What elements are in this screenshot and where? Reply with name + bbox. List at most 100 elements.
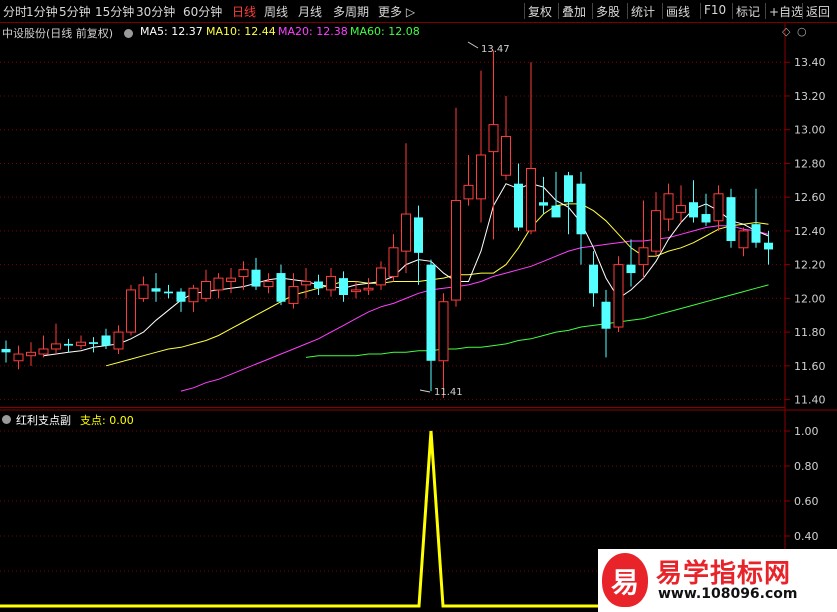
tool-button-1[interactable]: 叠加 [562,3,586,20]
candle[interactable] [764,230,773,265]
period-tab-3[interactable]: 15分钟 [95,3,134,20]
tool-button-3[interactable]: 统计 [631,3,655,20]
period-tab-2[interactable]: 5分钟 [59,3,91,20]
candle[interactable] [213,273,224,299]
tool-button-6[interactable]: 标记 [736,3,760,20]
candle[interactable] [526,62,536,235]
tool-button-0[interactable]: 复权 [528,3,552,20]
candle[interactable] [64,338,73,353]
tool-button-5[interactable]: F10 [704,3,726,17]
tool-button-7[interactable]: +自选 [769,3,803,20]
toolbar-separator [802,3,803,19]
candle[interactable] [388,234,399,282]
candle[interactable] [626,239,636,287]
candle[interactable] [188,284,199,312]
period-tab-5[interactable]: 60分钟 [183,3,222,20]
candle[interactable] [301,268,311,299]
candle[interactable] [251,257,261,290]
candle[interactable] [276,264,286,306]
candle[interactable] [689,180,698,223]
candle[interactable] [401,143,411,274]
period-tab-7[interactable]: 周线 [264,3,288,20]
candle[interactable] [488,50,499,240]
candle[interactable] [201,269,211,302]
candle-body [213,277,224,291]
candle[interactable] [463,155,474,206]
candle-body [288,286,299,304]
candle-body [101,335,111,346]
candle[interactable] [726,188,736,248]
indicator-value: 支点: 0.00 [80,414,134,427]
candle[interactable] [89,337,98,353]
candle-body [663,193,674,220]
candle[interactable] [501,95,511,181]
candle[interactable] [51,323,61,355]
candle[interactable] [113,325,124,355]
period-tab-10[interactable]: 更多 ▷ [378,3,415,20]
candle[interactable] [314,274,323,295]
main-chart[interactable]: 13.40 13.20 13.00 12.80 12.60 12.40 12.20 12.00… [0,0,837,612]
candle[interactable] [126,284,136,336]
candle[interactable] [376,261,386,290]
candle[interactable] [713,185,724,231]
candle-body [701,214,711,223]
candle[interactable] [551,171,561,218]
period-tab-9[interactable]: 多周期 [333,3,369,20]
maximize-icon[interactable]: ○ [797,25,807,38]
stock-title[interactable]: 中设股份(日线 前复权) [2,25,113,41]
candle[interactable] [164,284,173,299]
candle[interactable] [363,278,374,295]
candle-body [51,343,61,350]
diamond-icon[interactable]: ◇ [782,25,790,38]
candle-body [613,264,624,328]
candle[interactable] [263,273,274,294]
candle[interactable] [651,192,661,257]
candle[interactable] [701,193,711,226]
candle[interactable] [539,176,548,215]
candle[interactable] [476,70,486,223]
candle[interactable] [564,171,573,235]
candle[interactable] [26,342,36,366]
candle[interactable] [138,276,149,302]
candle[interactable] [613,256,624,333]
tool-button-4[interactable]: 画线 [666,3,690,20]
candle[interactable] [426,259,436,392]
candle[interactable] [76,335,86,349]
candle[interactable] [326,268,336,297]
candle-body [426,264,436,361]
candle[interactable] [601,289,611,358]
indicator-name[interactable]: 红利支点副 [16,412,71,428]
tool-button-8[interactable]: 返回 [806,3,830,20]
high-annotation: 13.47 [481,44,510,55]
candle[interactable] [38,335,49,358]
candle[interactable] [451,107,461,307]
candle-body [451,200,461,301]
candle-body [126,289,136,333]
candle[interactable] [1,340,11,363]
candle[interactable] [151,273,161,302]
candle-body [713,193,724,222]
candle[interactable] [676,185,686,223]
candle[interactable] [438,293,449,398]
candle[interactable] [638,200,649,279]
candle-body [176,291,186,302]
period-tab-8[interactable]: 月线 [298,3,322,20]
candle[interactable] [339,271,348,302]
candle-body [26,351,36,357]
candle[interactable] [414,205,423,285]
logo-title: 易学指标网 [656,559,792,589]
period-tab-0[interactable]: 分时 [3,3,27,20]
candle[interactable] [226,268,236,294]
candle[interactable] [13,345,24,370]
period-tab-1[interactable]: 1分钟 [26,3,58,20]
candle[interactable] [738,227,749,257]
period-tab-4[interactable]: 30分钟 [136,3,175,20]
candle-body [151,288,161,292]
candle[interactable] [576,171,586,265]
period-tab-6[interactable]: 日线 [232,3,256,20]
candle[interactable] [288,273,299,309]
candle[interactable] [176,288,186,312]
candle[interactable] [663,183,674,231]
candle[interactable] [514,163,523,231]
tool-button-2[interactable]: 多股 [596,3,620,20]
